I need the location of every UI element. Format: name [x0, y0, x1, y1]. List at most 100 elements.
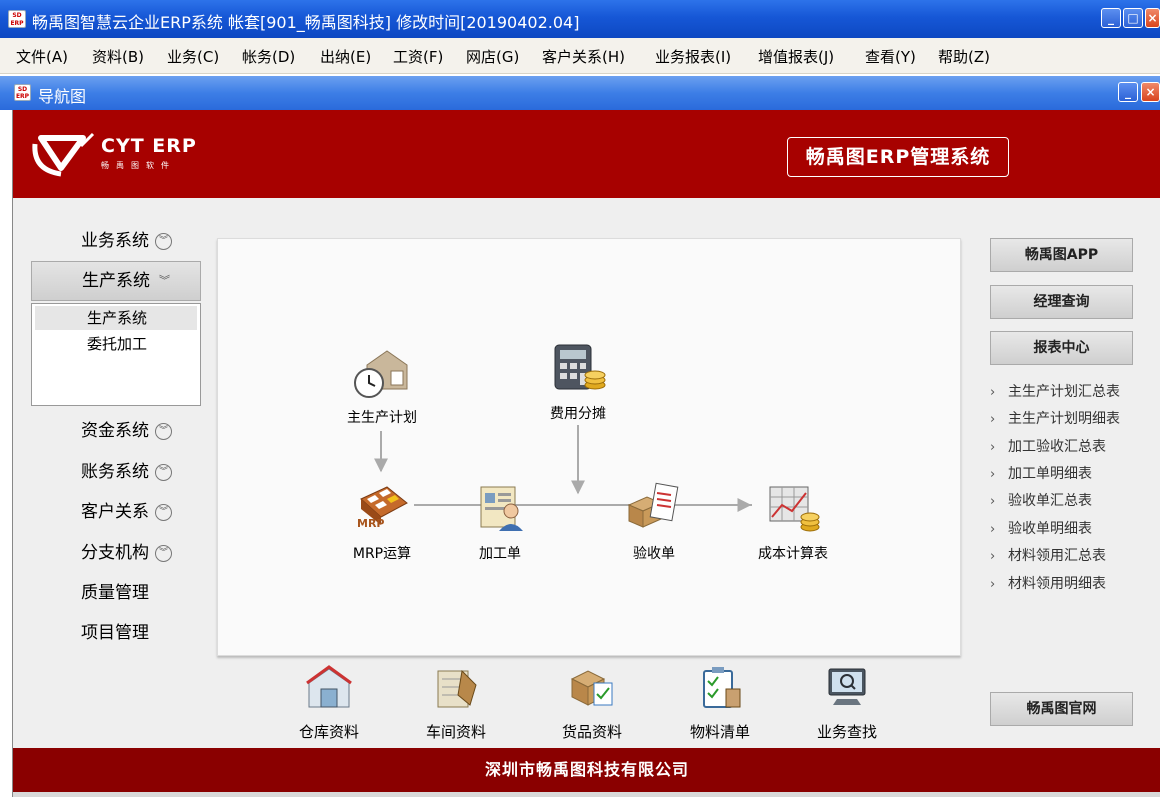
- nav-branches[interactable]: 分支机构 ︾: [31, 535, 201, 571]
- nav-customer-relations[interactable]: 客户关系 ︾: [31, 494, 201, 530]
- navigation-window-titlebar: SD ERP 导航图 _ ×: [0, 76, 1160, 110]
- brand-header: CYT ERP 畅禹图软件 畅禹图ERP管理系统: [13, 110, 1160, 198]
- menu-business-reports[interactable]: 业务报表(I): [655, 46, 731, 67]
- minimize-button[interactable]: _: [1101, 8, 1121, 28]
- manager-query-button[interactable]: 经理查询: [990, 285, 1133, 319]
- chevron-down-icon: ︾: [155, 232, 172, 250]
- navigation-window-title: 导航图: [38, 87, 87, 106]
- report-link[interactable]: › 加工单明细表: [990, 463, 1092, 483]
- submenu-item-outsourcing[interactable]: 委托加工: [35, 332, 197, 356]
- flow-node-mrp[interactable]: MRP MRP运算: [344, 481, 420, 563]
- report-link-label: 加工验收汇总表: [1008, 439, 1106, 455]
- subwindow-minimize-button[interactable]: _: [1118, 82, 1138, 102]
- flow-node-cost-allocation[interactable]: 费用分摊: [540, 341, 616, 423]
- menu-payroll[interactable]: 工资(F): [393, 46, 443, 67]
- tool-workshop[interactable]: 车间资料: [406, 665, 506, 742]
- app-logo-icon: SD ERP: [14, 84, 31, 101]
- menu-value-reports[interactable]: 增值报表(J): [758, 46, 834, 67]
- maximize-icon: □: [1127, 11, 1139, 25]
- footer-divider: [13, 792, 1160, 797]
- flow-node-master-plan[interactable]: 主生产计划: [342, 345, 422, 427]
- company-footer: 深圳市畅禹图科技有限公司: [13, 748, 1160, 792]
- menu-accounts[interactable]: 帐务(D): [242, 46, 295, 67]
- chevron-down-icon: ︾: [155, 503, 172, 521]
- chevron-right-icon: ›: [990, 385, 996, 400]
- chevron-down-icon: ︾: [155, 422, 172, 440]
- menu-file[interactable]: 文件(A): [16, 46, 68, 67]
- report-link[interactable]: › 主生产计划明细表: [990, 408, 1120, 428]
- tool-label: 业务查找: [816, 723, 877, 741]
- chevron-down-icon: ︾: [155, 463, 172, 481]
- nav-project-management[interactable]: 项目管理: [31, 615, 201, 651]
- minimize-icon: _: [1108, 11, 1114, 25]
- menu-eshop[interactable]: 网店(G): [466, 46, 519, 67]
- submenu-item-production[interactable]: 生产系统: [35, 306, 197, 330]
- computer-search-icon: [828, 668, 866, 705]
- nav-business-system[interactable]: 业务系统 ︾: [31, 223, 201, 259]
- flow-node-label: 成本计算表: [758, 546, 828, 562]
- tool-goods[interactable]: 货品资料: [542, 665, 642, 742]
- production-submenu: 生产系统 委托加工: [31, 303, 201, 406]
- nav-funds-system[interactable]: 资金系统 ︾: [31, 413, 201, 449]
- report-link-label: 主生产计划明细表: [1008, 411, 1120, 427]
- maximize-button[interactable]: □: [1123, 8, 1143, 28]
- nav-accounting-system[interactable]: 账务系统 ︾: [31, 454, 201, 490]
- report-center-button[interactable]: 报表中心: [990, 331, 1133, 365]
- menu-data[interactable]: 资料(B): [92, 46, 144, 67]
- warehouse-icon: [306, 665, 352, 708]
- nav-quality-management[interactable]: 质量管理: [31, 575, 201, 611]
- menu-bar: 文件(A) 资料(B) 业务(C) 帐务(D) 出纳(E) 工资(F) 网店(G…: [0, 38, 1160, 74]
- system-title: 畅禹图ERP管理系统: [787, 137, 1009, 177]
- workshop-icon: [437, 669, 477, 708]
- chevron-right-icon: ›: [990, 522, 996, 537]
- close-button[interactable]: ×: [1145, 8, 1160, 28]
- app-logo-icon: SD ERP: [8, 10, 26, 28]
- menu-crm[interactable]: 客户关系(H): [542, 46, 625, 67]
- menu-cashier[interactable]: 出纳(E): [320, 46, 371, 67]
- clipboard-checklist-icon: [703, 667, 741, 708]
- chevron-right-icon: ›: [990, 494, 996, 509]
- nav-label: 项目管理: [81, 623, 149, 643]
- report-link-label: 材料领用汇总表: [1008, 548, 1106, 564]
- flow-node-label: 费用分摊: [550, 406, 606, 422]
- flow-node-work-order[interactable]: 加工单: [464, 481, 536, 563]
- flow-node-acceptance[interactable]: 验收单: [616, 481, 692, 563]
- report-link[interactable]: › 材料领用汇总表: [990, 545, 1106, 565]
- window-title: 畅禹图智慧云企业ERP系统 帐套[901_畅禹图科技] 修改时间[2019040…: [32, 13, 580, 32]
- tool-business-search[interactable]: 业务查找: [797, 665, 897, 742]
- logo-text: CYT ERP: [101, 135, 197, 157]
- subwindow-close-button[interactable]: ×: [1141, 82, 1160, 102]
- nav-label: 客户关系: [81, 502, 149, 522]
- chevron-right-icon: ›: [990, 412, 996, 427]
- report-link[interactable]: › 验收单明细表: [990, 518, 1092, 538]
- nav-production-system[interactable]: 生产系统 ︾: [31, 261, 201, 301]
- flow-arrows: [374, 425, 752, 512]
- report-link[interactable]: › 材料领用明细表: [990, 573, 1106, 593]
- chevron-down-icon: ︾: [155, 544, 172, 562]
- report-link[interactable]: › 主生产计划汇总表: [990, 381, 1120, 401]
- svg-text:MRP: MRP: [357, 517, 384, 530]
- tool-bom[interactable]: 物料清单: [670, 665, 770, 742]
- chevron-right-icon: ›: [990, 577, 996, 592]
- official-website-button[interactable]: 畅禹图官网: [990, 692, 1133, 726]
- window-titlebar: SD ERP 畅禹图智慧云企业ERP系统 帐套[901_畅禹图科技] 修改时间[…: [0, 0, 1160, 38]
- menu-business[interactable]: 业务(C): [167, 46, 219, 67]
- report-link-label: 验收单汇总表: [1008, 493, 1092, 509]
- report-link-label: 验收单明细表: [1008, 521, 1092, 537]
- report-link[interactable]: › 加工验收汇总表: [990, 436, 1106, 456]
- report-link-label: 材料领用明细表: [1008, 576, 1106, 592]
- worker-document-icon: [480, 486, 523, 531]
- menu-view[interactable]: 查看(Y): [865, 46, 916, 67]
- chevron-right-icon: ›: [990, 549, 996, 564]
- tool-label: 车间资料: [425, 723, 486, 741]
- report-link[interactable]: › 验收单汇总表: [990, 490, 1092, 510]
- menu-help[interactable]: 帮助(Z): [938, 46, 990, 67]
- tool-warehouse[interactable]: 仓库资料: [279, 665, 379, 742]
- flow-node-label: 主生产计划: [347, 410, 417, 426]
- chevron-right-icon: ›: [990, 440, 996, 455]
- app-button[interactable]: 畅禹图APP: [990, 238, 1133, 272]
- flow-node-label: MRP运算: [352, 546, 412, 562]
- nav-label: 账务系统: [81, 462, 149, 482]
- flow-node-cost-sheet[interactable]: 成本计算表: [748, 481, 838, 563]
- nav-label: 资金系统: [81, 421, 149, 441]
